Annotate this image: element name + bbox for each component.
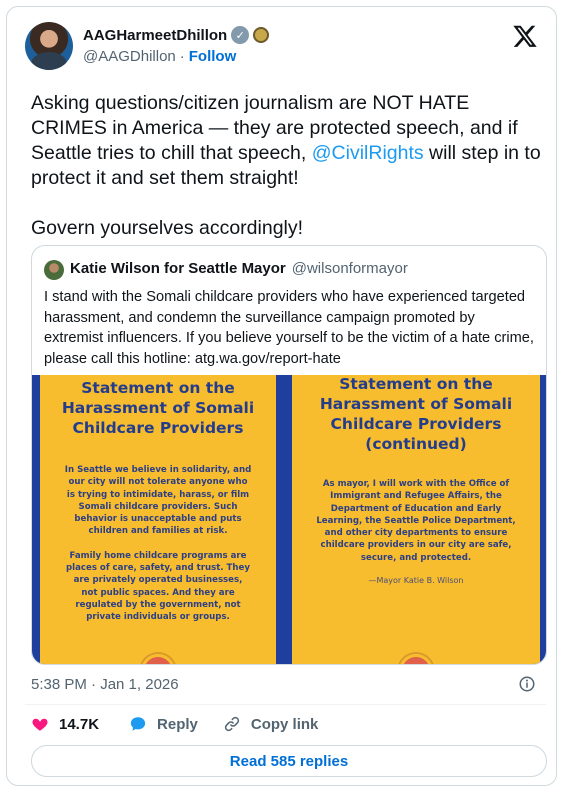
quoted-tweet-text: I stand with the Somali childcare provid…: [44, 289, 534, 367]
statement-signature: —Mayor Katie B. Wilson: [368, 576, 464, 586]
quoted-author-name: Katie Wilson for Seattle Mayor: [70, 260, 286, 277]
x-logo-icon[interactable]: [512, 23, 538, 49]
quoted-author-handle: @wilsonformayor: [291, 260, 408, 277]
handle-row: @AAGDhillon · Follow: [83, 48, 236, 65]
speech-bubble-icon: [130, 717, 146, 731]
statement-title: Statement on the Harassment of Somali Ch…: [319, 375, 513, 453]
quoted-author-avatar: [44, 260, 64, 280]
read-replies-button[interactable]: Read 585 replies: [31, 745, 547, 777]
author-name-row[interactable]: AAGHarmeetDhillon ✓: [83, 26, 270, 44]
government-seal-icon: [253, 27, 270, 43]
sun-emblem-icon: [399, 654, 433, 664]
reply-label: Reply: [157, 715, 198, 733]
divider: [25, 704, 546, 705]
copy-link-button[interactable]: Copy link: [223, 715, 319, 733]
separator-dot: ·: [179, 48, 185, 65]
author-name[interactable]: AAGHarmeetDhillon: [83, 27, 227, 44]
tweet-timestamp[interactable]: 5:38 PM · Jan 1, 2026: [31, 676, 179, 693]
action-bar: 14.7K Reply Copy link: [31, 715, 318, 733]
reply-button[interactable]: Reply: [129, 715, 198, 733]
quoted-author-row: Katie Wilson for Seattle Mayor @wilsonfo…: [70, 260, 408, 277]
quoted-media[interactable]: Statement on the Harassment of Somali Ch…: [32, 375, 546, 664]
author-avatar[interactable]: [25, 22, 73, 70]
quoted-tweet[interactable]: Katie Wilson for Seattle Mayor @wilsonfo…: [31, 245, 547, 665]
read-replies-label: Read 585 replies: [229, 752, 349, 770]
like-count: 14.7K: [59, 715, 100, 733]
statement-image-1[interactable]: Statement on the Harassment of Somali Ch…: [40, 375, 276, 664]
info-icon[interactable]: [518, 675, 536, 693]
mention-link[interactable]: @CivilRights: [312, 142, 424, 164]
tweet-card: AAGHarmeetDhillon ✓ @AAGDhillon · Follow…: [6, 6, 557, 786]
statement-title: Statement on the Harassment of Somali Ch…: [61, 379, 255, 437]
statement-paragraph: In Seattle we believe in solidarity, and…: [64, 465, 252, 537]
copy-link-label: Copy link: [250, 715, 319, 733]
follow-button[interactable]: Follow: [189, 48, 237, 65]
statement-paragraph: As mayor, I will work with the Office of…: [316, 479, 516, 563]
tweet-text: Asking questions/citizen journalism are …: [31, 91, 547, 241]
link-icon: [224, 716, 239, 732]
sun-emblem-icon: [141, 654, 175, 664]
heart-icon: [32, 718, 48, 731]
like-button[interactable]: 14.7K: [31, 715, 99, 733]
statement-image-2[interactable]: Statement on the Harassment of Somali Ch…: [292, 375, 540, 664]
author-handle[interactable]: @AAGDhillon: [83, 48, 176, 65]
verified-badge-icon: ✓: [231, 26, 250, 44]
statement-paragraph: Family home childcare programs are place…: [66, 550, 250, 623]
